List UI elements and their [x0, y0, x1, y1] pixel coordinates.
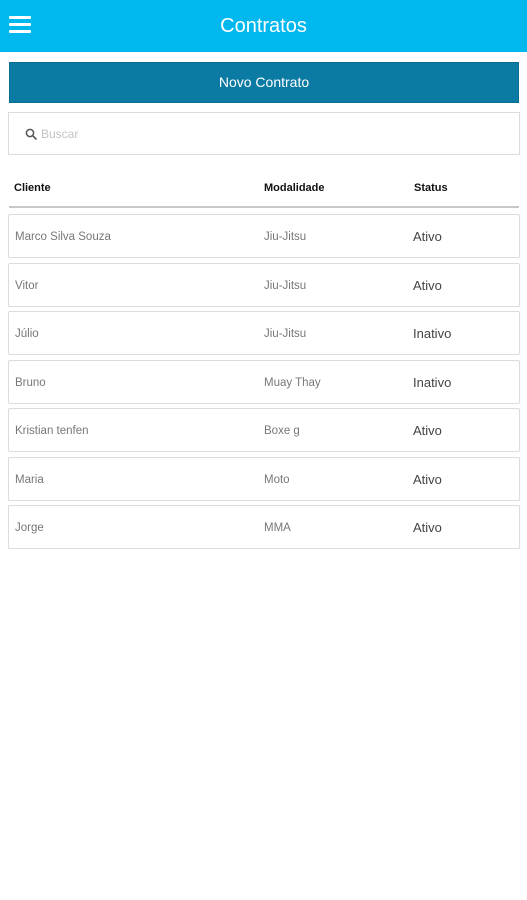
cell-cliente: Bruno	[15, 376, 46, 389]
cell-modalidade: Boxe g	[264, 425, 300, 437]
cell-modalidade: Jiu-Jitsu	[264, 279, 307, 292]
column-header-cliente: Cliente	[14, 182, 51, 194]
contracts-list: Marco Silva Souza Jiu-Jitsu Ativo Vitor …	[8, 214, 520, 554]
search-box	[8, 112, 520, 155]
menu-line	[9, 23, 31, 26]
table-row[interactable]: Vitor Jiu-Jitsu Ativo	[8, 262, 520, 307]
cell-status: Ativo	[413, 471, 442, 487]
cell-status: Inativo	[413, 374, 452, 390]
cell-modalidade: Moto	[264, 473, 290, 486]
table-row[interactable]: Maria Moto Ativo	[8, 456, 520, 501]
cell-cliente: Vitor	[15, 279, 39, 292]
cell-status: Ativo	[413, 520, 442, 535]
cell-status: Ativo	[413, 423, 442, 438]
cell-cliente: Kristian tenfen	[15, 425, 89, 437]
cell-cliente: Júlio	[15, 328, 39, 340]
cell-modalidade: Muay Thay	[264, 376, 321, 389]
cell-status: Ativo	[413, 229, 442, 244]
search-icon	[25, 128, 37, 140]
cell-cliente: Maria	[15, 473, 44, 486]
cell-status: Inativo	[413, 326, 452, 341]
table-row[interactable]: Marco Silva Souza Jiu-Jitsu Ativo	[8, 214, 520, 258]
cell-modalidade: Jiu-Jitsu	[264, 328, 307, 340]
page-title: Contratos	[220, 15, 307, 37]
menu-line	[9, 16, 31, 19]
menu-line	[9, 30, 31, 33]
hamburger-menu-icon[interactable]	[9, 15, 31, 33]
column-header-modalidade: Modalidade	[264, 182, 325, 194]
table-header: Cliente Modalidade Status	[9, 172, 519, 208]
table-row[interactable]: Bruno Muay Thay Inativo	[8, 359, 520, 404]
table-row[interactable]: Kristian tenfen Boxe g Ativo	[8, 408, 520, 452]
cell-modalidade: MMA	[264, 522, 291, 534]
new-contract-button[interactable]: Novo Contrato	[9, 62, 519, 103]
cell-cliente: Marco Silva Souza	[15, 231, 111, 243]
cell-cliente: Jorge	[15, 522, 44, 534]
cell-status: Ativo	[413, 277, 442, 293]
cell-modalidade: Jiu-Jitsu	[264, 231, 307, 243]
column-header-status: Status	[414, 182, 448, 194]
table-row[interactable]: Jorge MMA Ativo	[8, 505, 520, 549]
app-header: Contratos	[0, 0, 527, 52]
search-input[interactable]	[41, 121, 501, 147]
table-row[interactable]: Júlio Jiu-Jitsu Inativo	[8, 311, 520, 355]
